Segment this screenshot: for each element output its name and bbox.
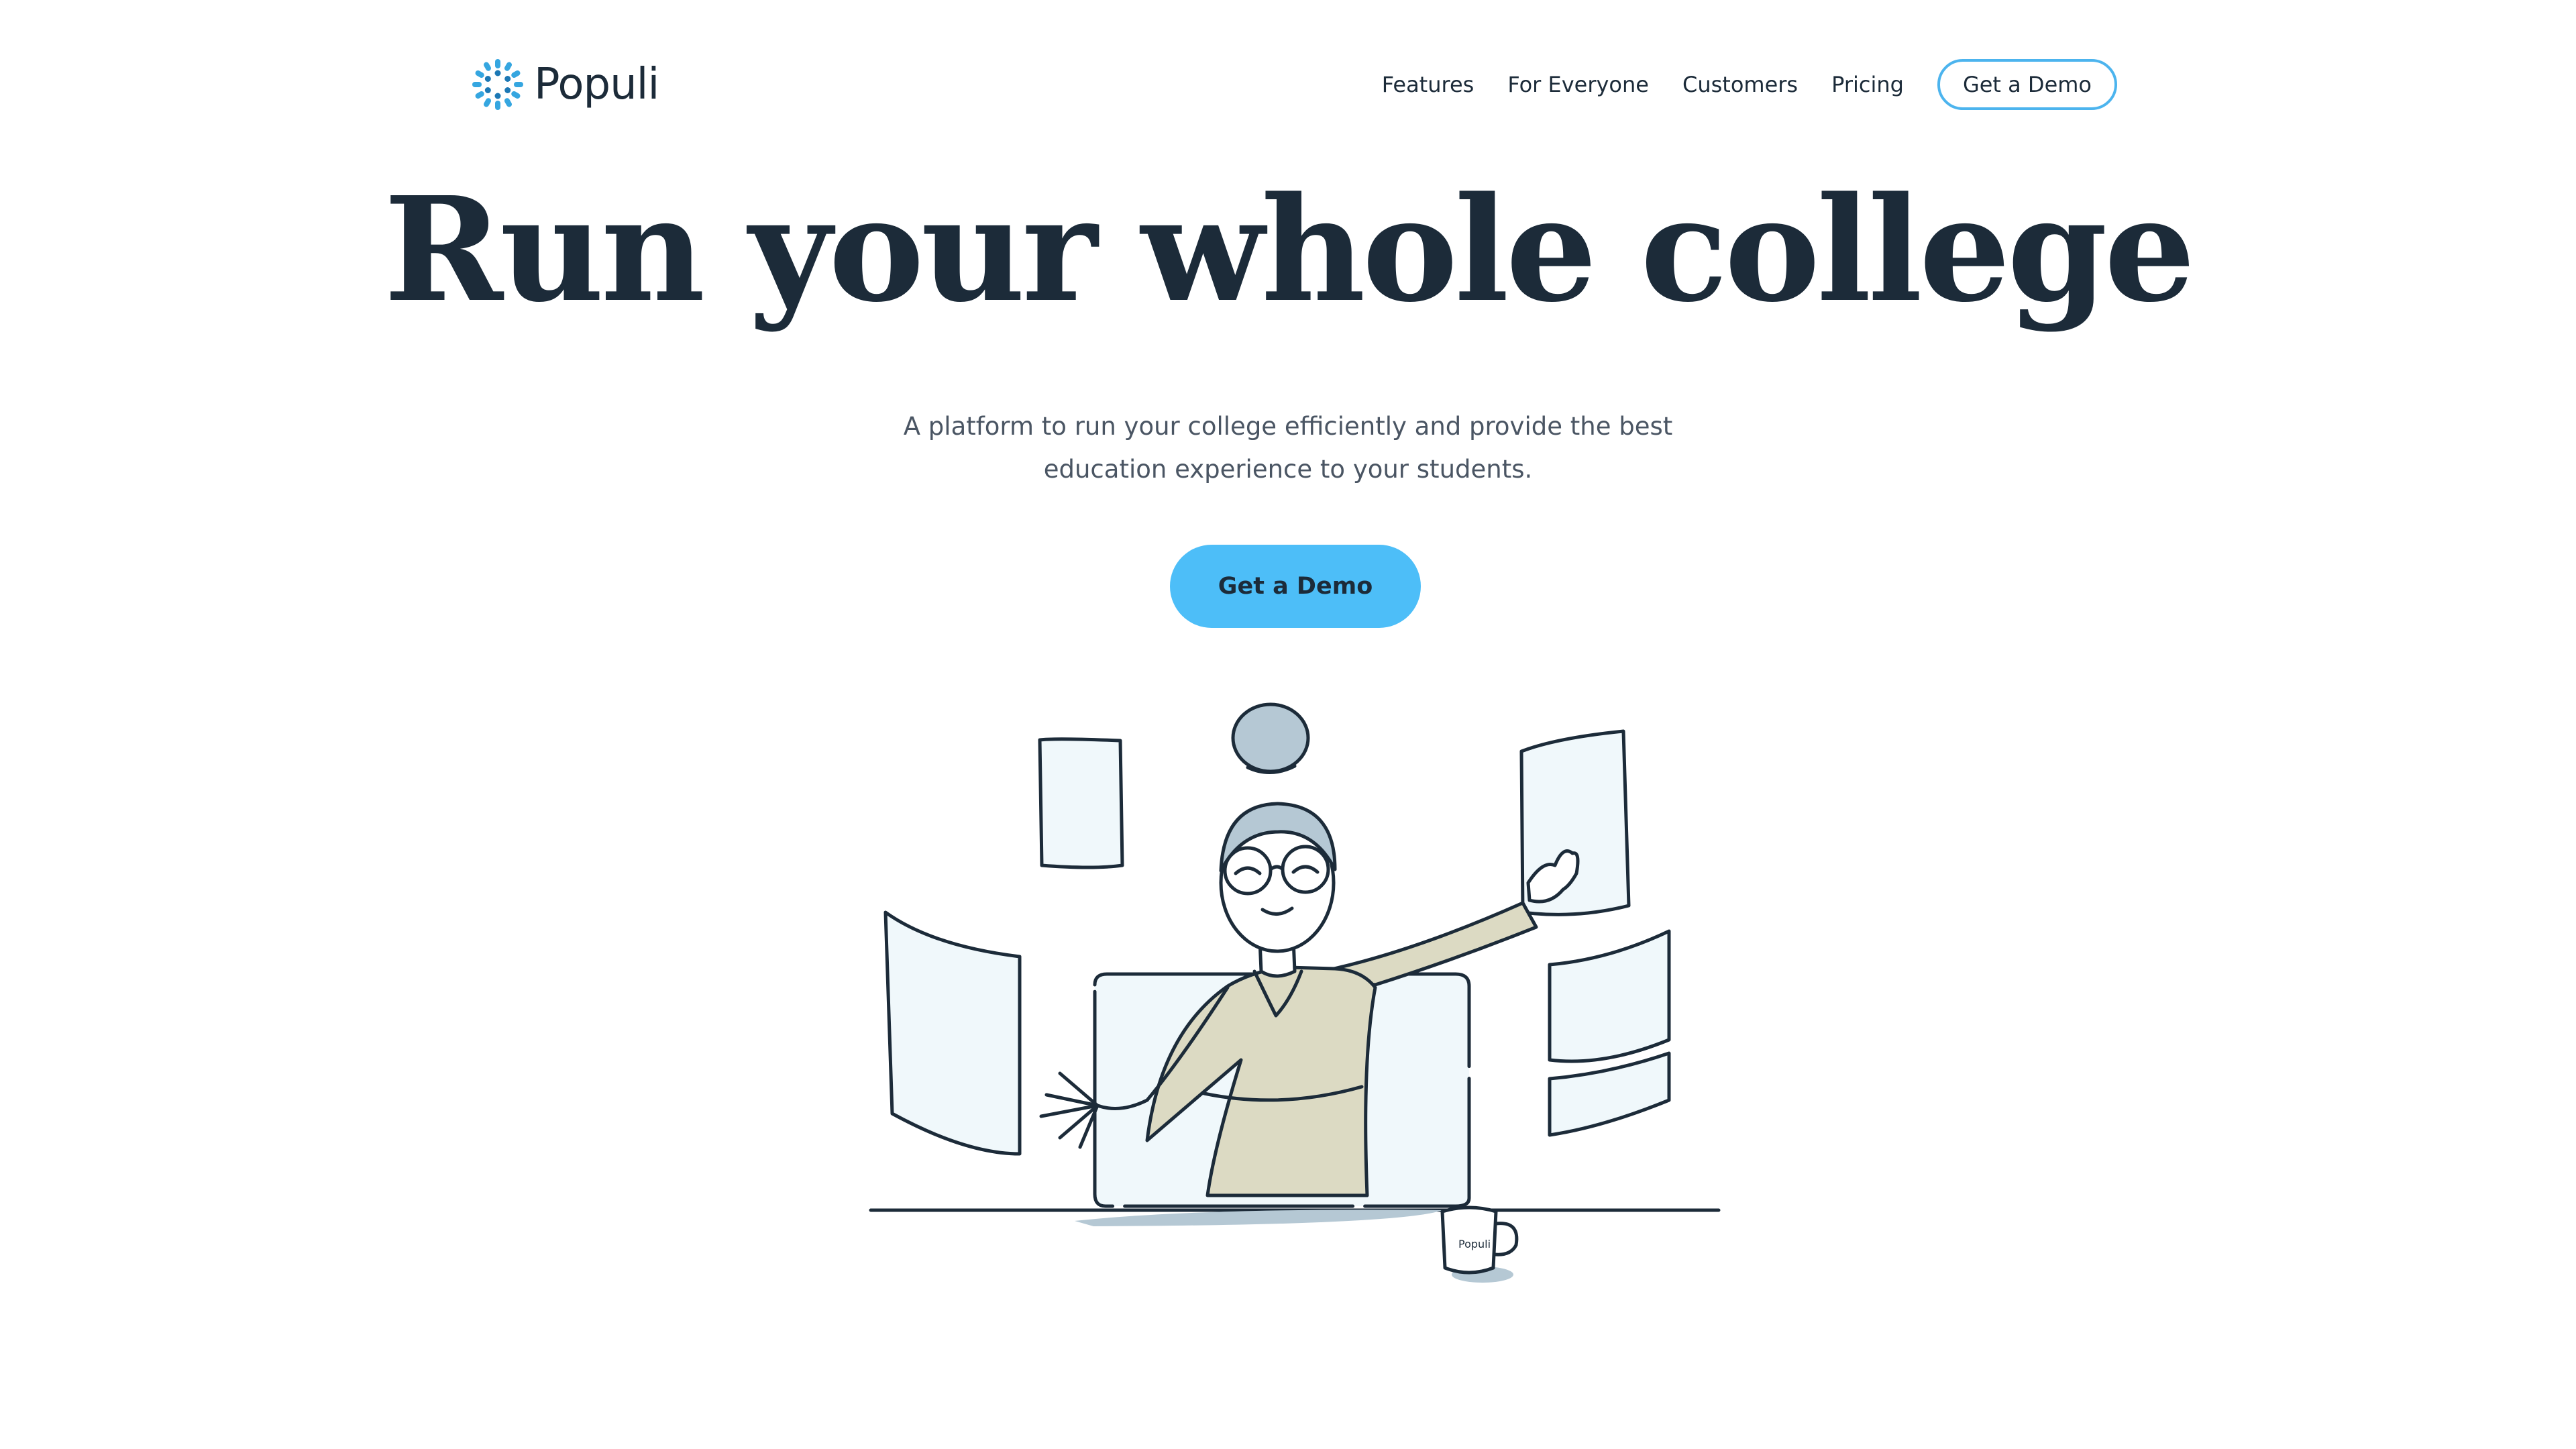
hair-bun <box>1231 702 1310 773</box>
left-hand <box>1039 1071 1099 1149</box>
mug-handle <box>1493 1222 1519 1256</box>
mug-label: Populi <box>1458 1238 1491 1250</box>
nav-for-everyone[interactable]: For Everyone <box>1507 72 1649 97</box>
populi-logo-link[interactable]: Populi <box>471 58 659 111</box>
hero-subtitle-line-1: A platform to run your college efficient… <box>903 412 1673 441</box>
floating-panel-left <box>883 910 1022 1156</box>
nav-customers[interactable]: Customers <box>1682 72 1798 97</box>
floating-panel-top-left <box>1038 737 1124 869</box>
populi-logo-icon <box>472 59 523 110</box>
glasses-right-lens <box>1281 845 1330 894</box>
desk-shadow <box>1075 1210 1442 1226</box>
hero-subtitle-line-2: education experience to your students. <box>1043 455 1533 484</box>
floating-panel-right-lower <box>1548 1051 1671 1137</box>
hero-get-demo-button[interactable]: Get a Demo <box>1170 545 1421 628</box>
hero-subtitle: A platform to run your college efficient… <box>885 405 1690 491</box>
nav-pricing[interactable]: Pricing <box>1831 72 1904 97</box>
hero-illustration: Populi <box>869 702 1721 1283</box>
hero-title: Run your whole college <box>384 166 2196 334</box>
floating-panel-right-upper <box>1548 929 1671 1063</box>
nav-features[interactable]: Features <box>1382 72 1474 97</box>
header-get-demo-button[interactable]: Get a Demo <box>1937 59 2117 110</box>
page: Populi Features For Everyone Customers P… <box>0 0 2576 1449</box>
main-nav: Features For Everyone Customers Pricing … <box>1382 59 2117 110</box>
glasses-left-lens <box>1223 846 1273 896</box>
brand-name: Populi <box>534 60 659 109</box>
